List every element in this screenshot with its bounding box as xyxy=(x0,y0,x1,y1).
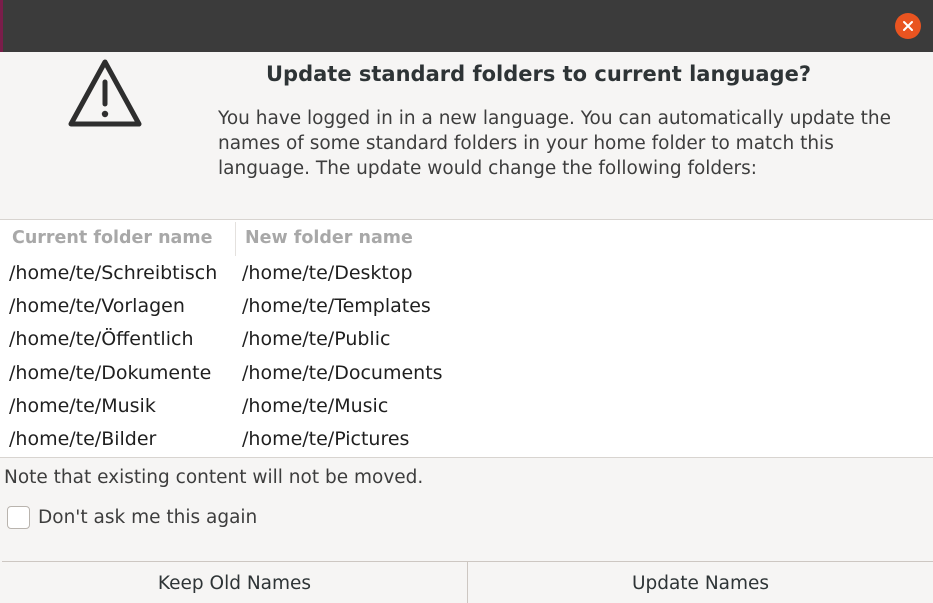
new-folder-cell: /home/te/Documents xyxy=(242,362,443,384)
current-folder-cell: /home/te/Öffentlich xyxy=(9,328,194,350)
close-button[interactable] xyxy=(895,13,921,39)
table-row[interactable]: /home/te/Musik /home/te/Music xyxy=(0,391,933,424)
table-row[interactable]: /home/te/Öffentlich /home/te/Public xyxy=(0,324,933,357)
keep-old-names-button[interactable]: Keep Old Names xyxy=(2,562,467,603)
current-folder-cell: /home/te/Musik xyxy=(9,395,156,417)
column-header-new[interactable]: New folder name xyxy=(245,228,413,254)
dont-ask-label[interactable]: Don't ask me this again xyxy=(38,507,257,528)
new-folder-cell: /home/te/Templates xyxy=(242,295,431,317)
title-bar xyxy=(0,0,933,52)
update-names-button[interactable]: Update Names xyxy=(467,562,933,603)
close-icon xyxy=(903,21,913,31)
table-row[interactable]: /home/te/Dokumente /home/te/Documents xyxy=(0,358,933,391)
dialog-description: You have logged in in a new language. Yo… xyxy=(218,108,892,179)
table-row[interactable]: /home/te/Vorlagen /home/te/Templates xyxy=(0,291,933,324)
current-folder-cell: /home/te/Vorlagen xyxy=(9,295,185,317)
folder-list[interactable]: Current folder name New folder name /hom… xyxy=(0,219,933,458)
note-text: Note that existing content will not be m… xyxy=(4,467,424,488)
table-row[interactable]: /home/te/Schreibtisch /home/te/Desktop xyxy=(0,258,933,291)
current-folder-cell: /home/te/Bilder xyxy=(9,428,157,450)
column-header-current[interactable]: Current folder name xyxy=(12,228,212,254)
new-folder-cell: /home/te/Desktop xyxy=(242,262,413,284)
new-folder-cell: /home/te/Public xyxy=(242,328,391,350)
current-folder-cell: /home/te/Schreibtisch xyxy=(9,262,218,284)
dialog-title: Update standard folders to current langu… xyxy=(266,62,812,86)
dont-ask-checkbox[interactable] xyxy=(7,505,30,529)
dont-ask-option[interactable]: Don't ask me this again xyxy=(7,504,257,530)
new-folder-cell: /home/te/Pictures xyxy=(242,428,410,450)
button-bar: Keep Old Names Update Names xyxy=(2,561,933,603)
warning-icon xyxy=(68,59,142,127)
window-edge xyxy=(0,0,3,52)
current-folder-cell: /home/te/Dokumente xyxy=(9,362,212,384)
column-separator xyxy=(235,222,236,256)
new-folder-cell: /home/te/Music xyxy=(242,395,389,417)
table-row[interactable]: /home/te/Bilder /home/te/Pictures xyxy=(0,424,933,457)
